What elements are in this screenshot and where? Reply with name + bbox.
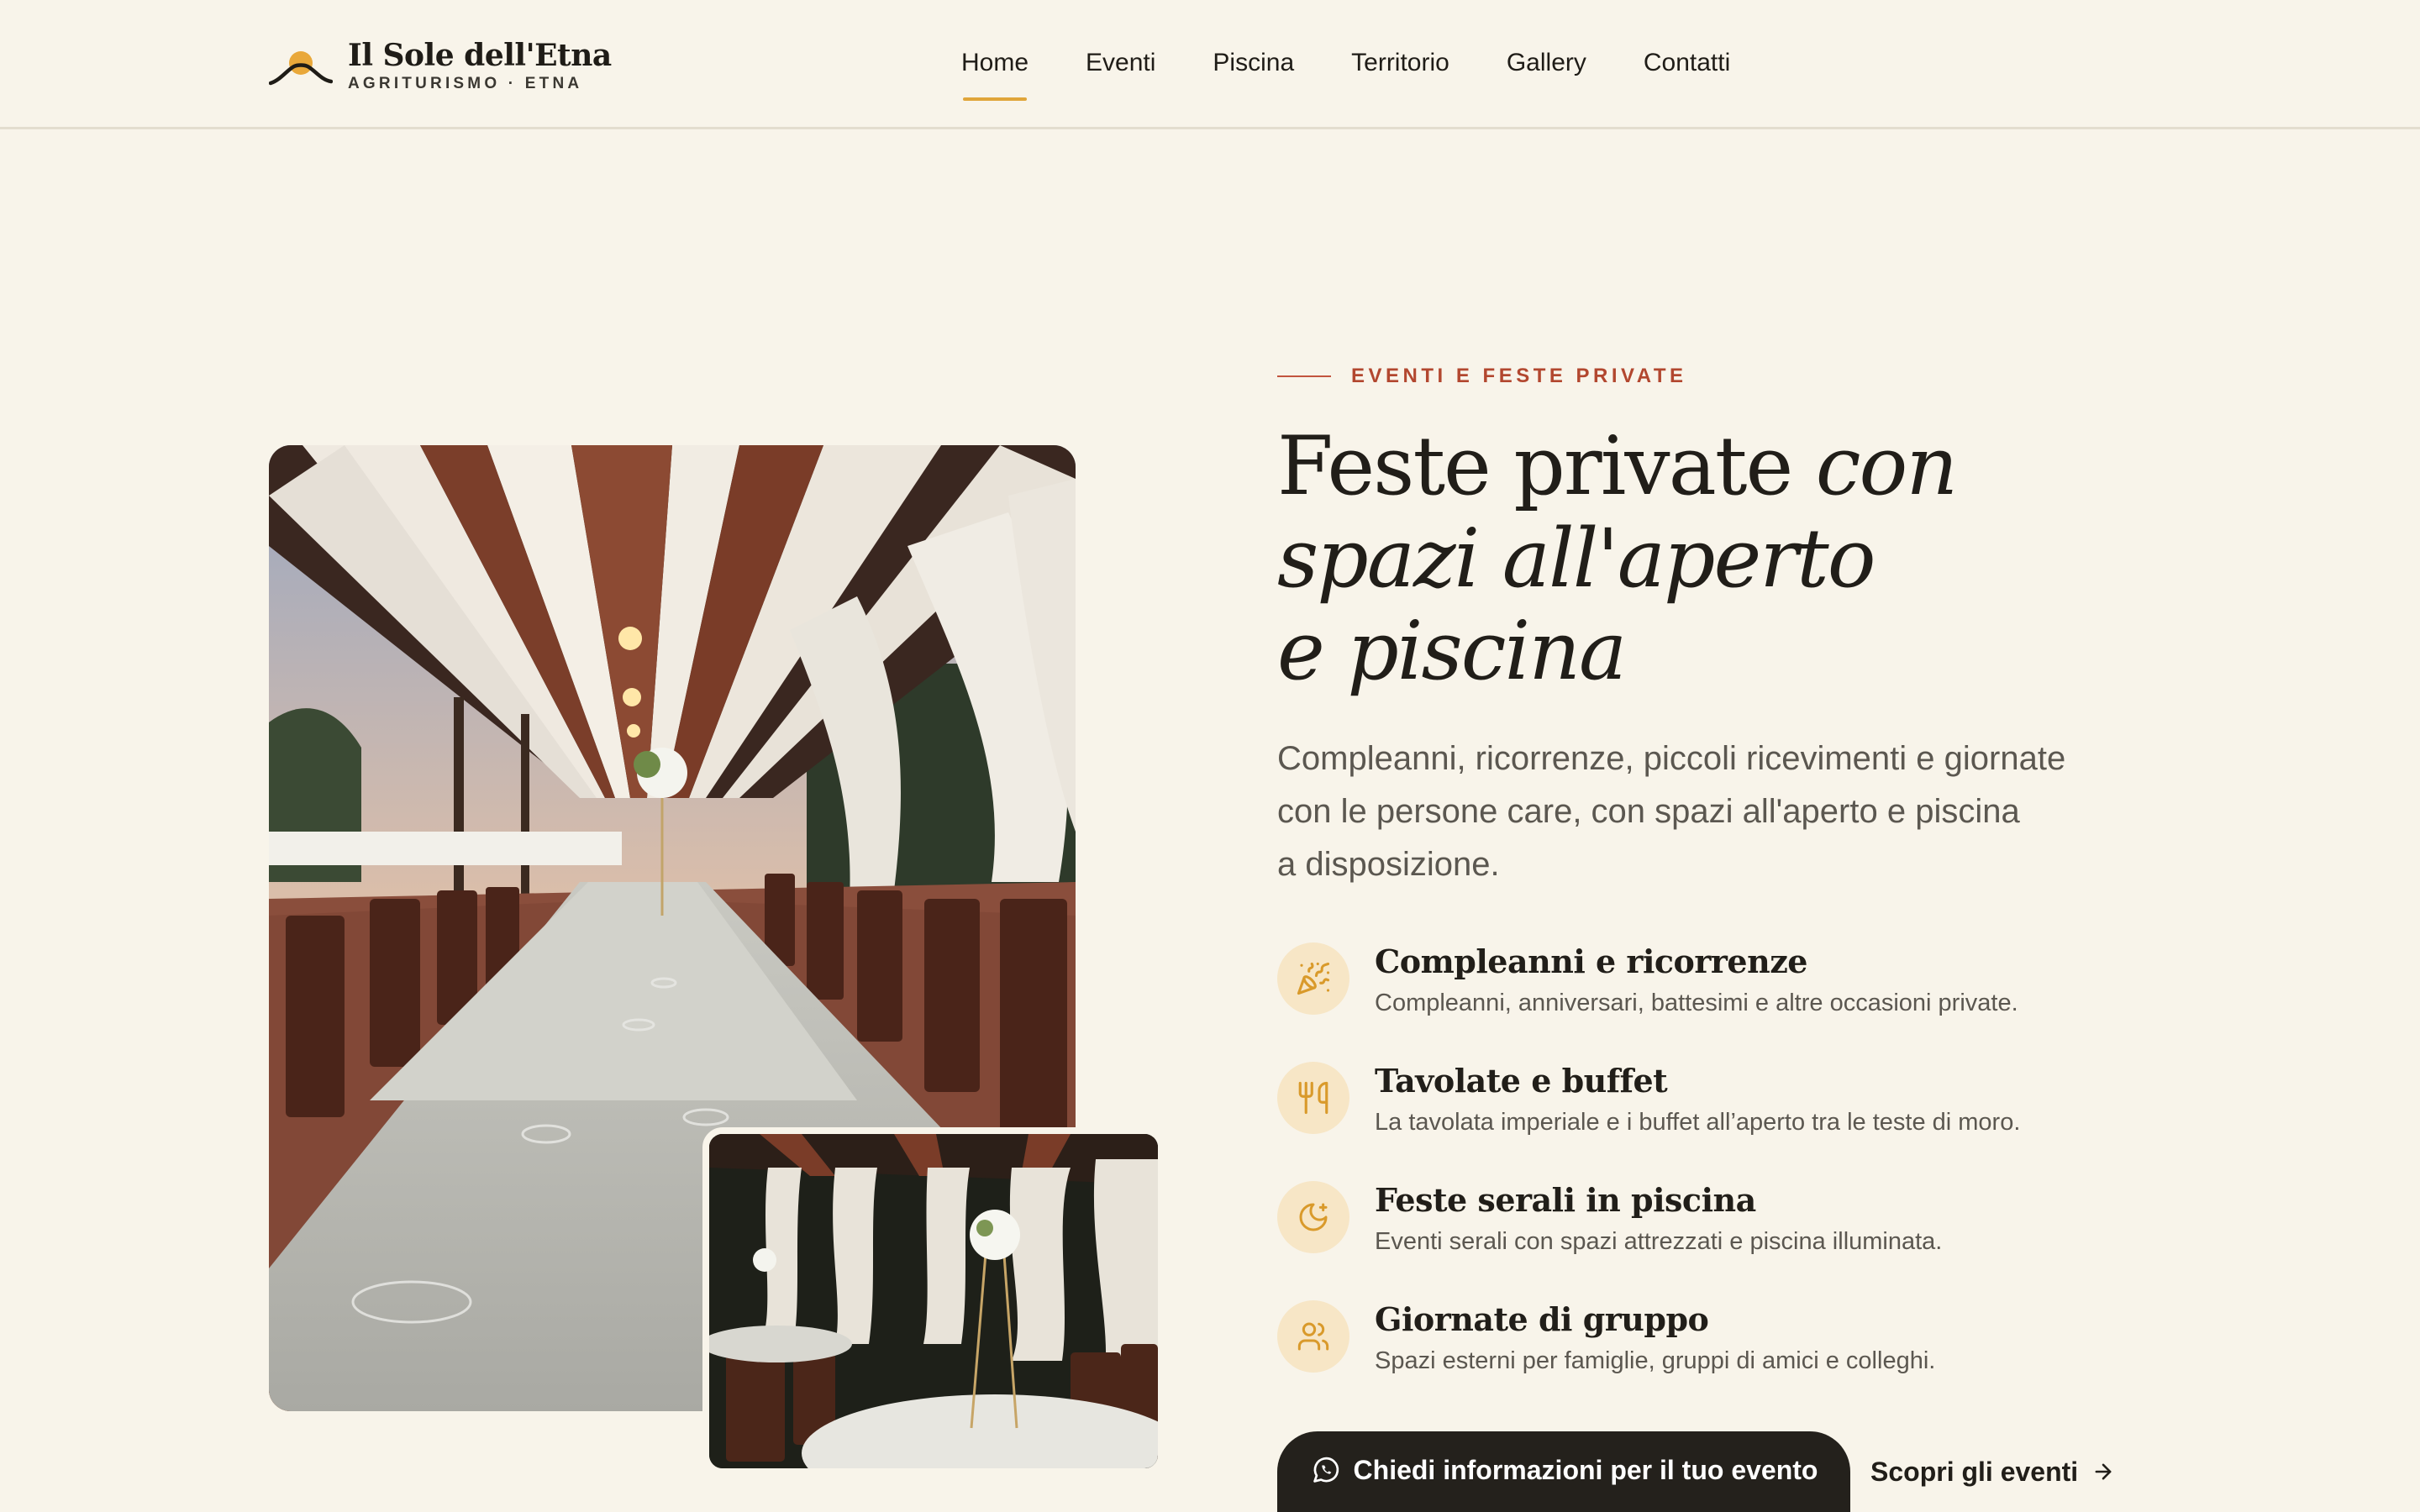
headline-plain: Feste private [1277,419,1816,513]
eyebrow-rule [1277,375,1331,377]
feature-desc: Eventi serali con spazi attrezzati e pis… [1375,1228,1943,1255]
arrow-right-icon [2095,1463,2112,1480]
nav-home[interactable]: Home [961,45,1028,101]
nav-territorio[interactable]: Territorio [1351,45,1449,101]
utensils-icon [1277,1062,1349,1134]
feature-desc: Compleanni, anniversari, battesimi e alt… [1375,990,2018,1016]
feature-title: Feste serali in piscina [1375,1181,1756,1219]
feature-title: Compleanni e ricorrenze [1375,942,1807,980]
feature-item: Compleanni e ricorrenze Compleanni, anni… [1277,941,2118,1060]
discover-events-link[interactable]: Scopri gli eventi [1870,1448,2115,1495]
feature-title: Giornate di gruppo [1375,1300,1709,1338]
party-popper-icon [1277,942,1349,1015]
feature-item: Tavolate e buffet La tavolata imperiale … [1277,1060,2118,1179]
discover-events-label: Scopri gli eventi [1870,1456,2079,1487]
features-list: Compleanni e ricorrenze Compleanni, anni… [1277,941,2118,1418]
nav-contatti[interactable]: Contatti [1644,45,1730,101]
feature-item: Feste serali in piscina Eventi serali co… [1277,1179,2118,1299]
nav-eventi[interactable]: Eventi [1086,45,1155,101]
contact-whatsapp-button[interactable]: Chiedi informazioni per il tuo evento [1277,1431,1850,1512]
main-nav: Home Eventi Piscina Territorio Gallery C… [961,45,1787,101]
users-icon [1277,1300,1349,1373]
headline-italic-2: spazi all'aperto [1277,512,1876,606]
section-eyebrow: EVENTI E FESTE PRIVATE [1277,365,1687,388]
hero-lead: Compleanni, ricorrenze, piccoli ricevime… [1277,732,2134,891]
feature-title: Tavolate e buffet [1375,1062,1668,1100]
moon-icon [1277,1181,1349,1253]
evening-tables-illustration [709,1134,1158,1468]
lead-line-1: Compleanni, ricorrenze, piccoli ricevime… [1277,740,2066,777]
headline-italic-1: con [1815,419,1958,513]
headline-italic-3: e piscina [1277,604,1627,698]
nav-gallery[interactable]: Gallery [1507,45,1586,101]
lead-line-2: con le persone care, con spazi all'apert… [1277,793,2020,830]
nav-piscina[interactable]: Piscina [1213,45,1294,101]
brand-tagline: AGRITURISMO · ETNA [348,75,583,92]
whatsapp-icon [1313,1457,1339,1483]
feature-desc: La tavolata imperiale e i buffet all’ape… [1375,1109,2021,1136]
hero-headline: Feste private con spazi all'aperto e pis… [1277,420,2118,697]
cta-label: Chiedi informazioni per il tuo evento [1353,1454,1818,1485]
sun-mountain-logo-icon [269,51,333,86]
lead-line-3: a disposizione. [1277,846,1500,883]
feature-item: Giornate di gruppo Spazi esterni per fam… [1277,1299,2118,1418]
site-header: Il Sole dell'Etna AGRITURISMO · ETNA Hom… [0,0,2420,129]
eyebrow-label: EVENTI E FESTE PRIVATE [1351,365,1687,387]
evening-tables-photo [702,1127,1165,1475]
brand-logo[interactable]: Il Sole dell'Etna AGRITURISMO · ETNA [269,37,612,96]
feature-desc: Spazi esterni per famiglie, gruppi di am… [1375,1347,1936,1374]
brand-name: Il Sole dell'Etna [348,38,612,73]
